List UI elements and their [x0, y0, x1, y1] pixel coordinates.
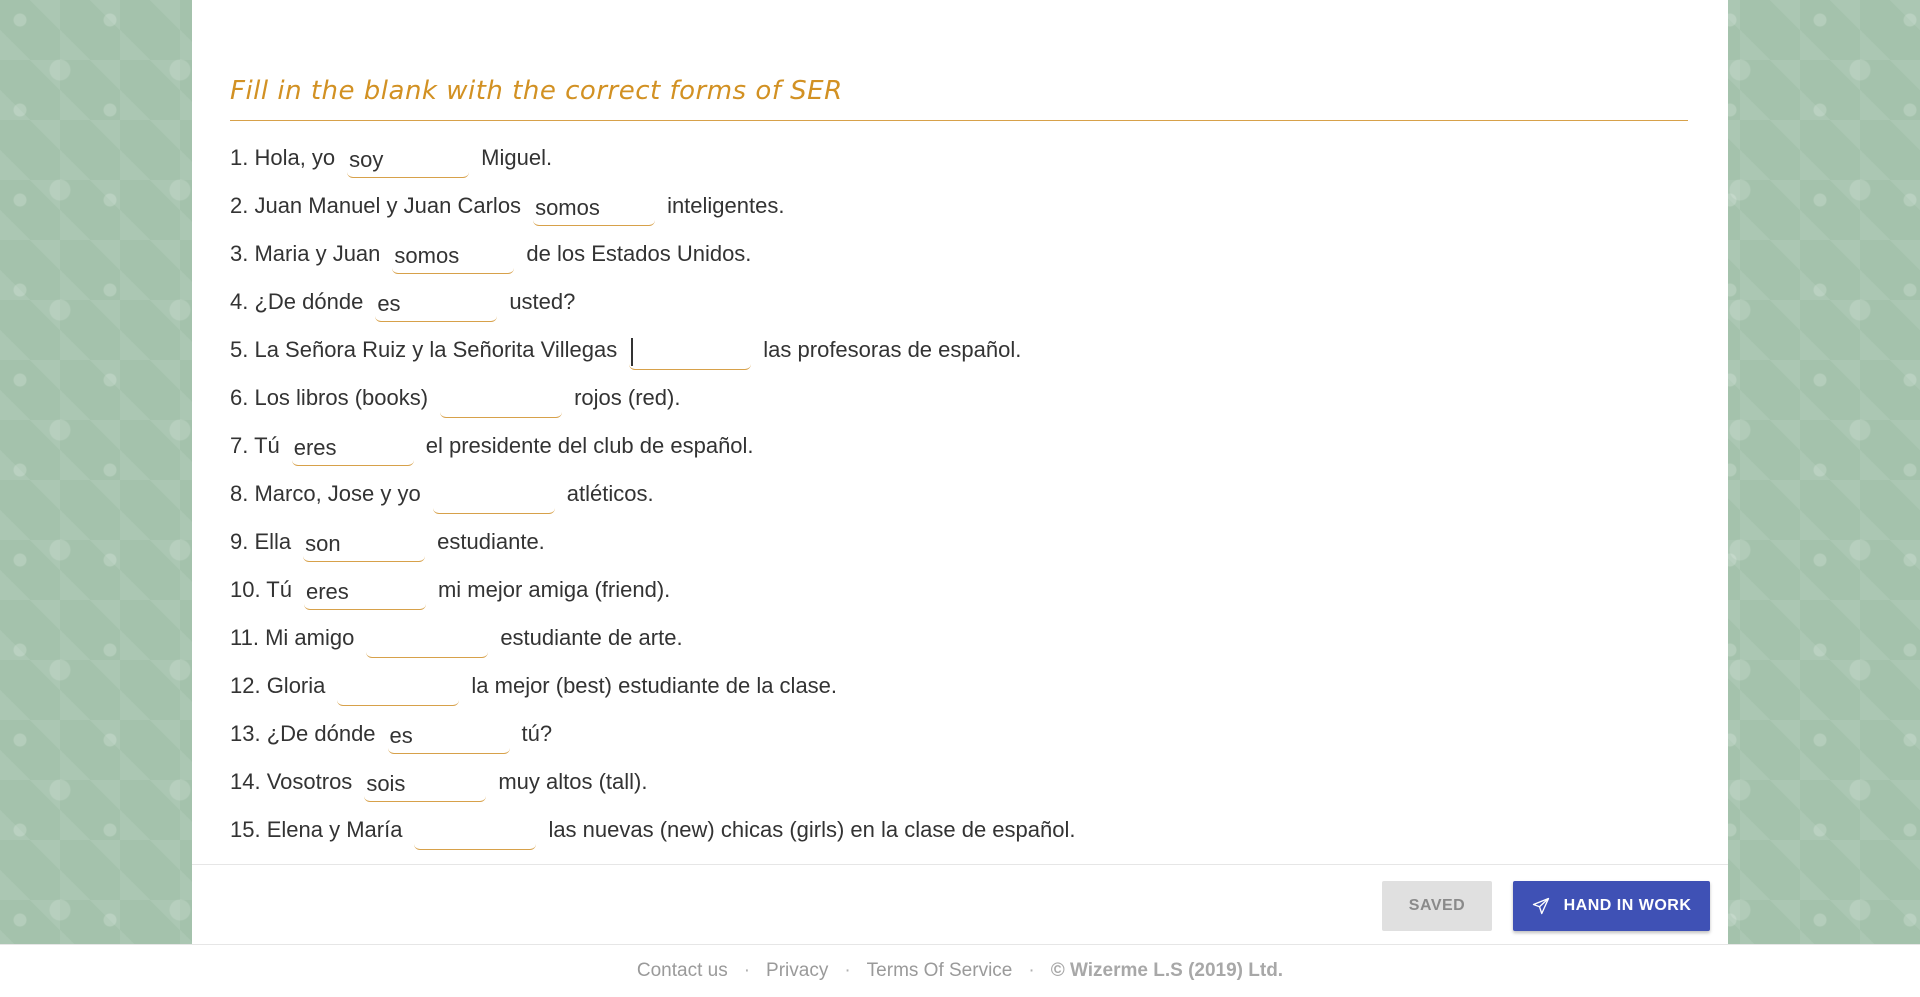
- question-suffix: estudiante.: [437, 529, 545, 554]
- question-row: 1. Hola, yo soy Miguel.: [230, 134, 1688, 182]
- question-prefix: 10. Tú: [230, 577, 292, 602]
- question-suffix: atléticos.: [566, 481, 654, 506]
- question-suffix: la mejor (best) estudiante de la clase.: [471, 673, 838, 698]
- question-prefix: 2. Juan Manuel y Juan Carlos: [230, 193, 522, 218]
- footer-separator: ·: [844, 960, 851, 981]
- answer-blank-input[interactable]: eres: [303, 574, 426, 610]
- question-row: 13. ¿De dónde es tú?: [230, 710, 1688, 758]
- question-row: 5. La Señora Ruiz y la Señorita Villegas…: [230, 326, 1688, 374]
- question-suffix: de los Estados Unidos.: [526, 241, 752, 266]
- answer-blank-input[interactable]: [432, 478, 555, 514]
- contact-us-link[interactable]: Contact us: [637, 960, 728, 982]
- site-footer: Contact us · Privacy · Terms Of Service …: [0, 944, 1920, 997]
- question-prefix: 9. Ella: [230, 529, 292, 554]
- answer-blank-input[interactable]: eres: [291, 430, 414, 466]
- worksheet: Fill in the blank with the correct forms…: [192, 0, 1728, 944]
- question-prefix: 1. Hola, yo: [230, 145, 336, 170]
- question-prefix: 11. Mi amigo: [230, 625, 355, 650]
- answer-blank-input[interactable]: [414, 814, 537, 850]
- question-suffix: mi mejor amiga (friend).: [437, 577, 671, 602]
- question-suffix: muy altos (tall).: [498, 769, 648, 794]
- question-row: 12. Gloria la mejor (best) estudiante de …: [230, 662, 1688, 710]
- answer-blank-input[interactable]: somos: [533, 190, 656, 226]
- answer-blank-input[interactable]: somos: [392, 238, 515, 274]
- question-suffix: rojos (red).: [574, 385, 681, 410]
- question-row: 3. Maria y Juan somos de los Estados Unido…: [230, 230, 1688, 278]
- action-bar: SAVED HAND IN WORK: [192, 864, 1728, 945]
- question-suffix: el presidente del club de español.: [425, 433, 754, 458]
- answer-blank-input[interactable]: es: [375, 286, 498, 322]
- answer-blank-input[interactable]: [337, 670, 460, 706]
- question-suffix: Miguel.: [481, 145, 553, 170]
- question-row: 11. Mi amigo estudiante de arte.: [230, 614, 1688, 662]
- question-suffix: inteligentes.: [667, 193, 785, 218]
- answer-blank-input[interactable]: [440, 382, 563, 418]
- answer-blank-input[interactable]: soy: [347, 142, 470, 178]
- terms-of-service-link[interactable]: Terms Of Service: [867, 960, 1013, 982]
- question-suffix: las nuevas (new) chicas (girls) en la cl…: [548, 817, 1076, 842]
- paper-plane-icon: [1532, 897, 1550, 915]
- hand-in-work-label: HAND IN WORK: [1563, 897, 1692, 914]
- question-prefix: 12. Gloria: [230, 673, 326, 698]
- question-prefix: 15. Elena y María: [230, 817, 403, 842]
- question-suffix: usted?: [509, 289, 576, 314]
- question-prefix: 8. Marco, Jose y yo: [230, 481, 421, 506]
- footer-separator: ·: [743, 960, 751, 981]
- question-row: 8. Marco, Jose y yo atléticos.: [230, 470, 1688, 518]
- privacy-link[interactable]: Privacy: [766, 960, 828, 982]
- worksheet-heading: Fill in the blank with the correct forms…: [230, 76, 1688, 121]
- answer-blank-input[interactable]: [366, 622, 489, 658]
- hand-in-work-button[interactable]: HAND IN WORK: [1513, 881, 1710, 931]
- question-prefix: 3. Maria y Juan: [230, 241, 381, 266]
- question-suffix: estudiante de arte.: [500, 625, 683, 650]
- question-prefix: 6. Los libros (books): [230, 385, 429, 410]
- question-prefix: 14. Vosotros: [230, 769, 353, 794]
- copyright-text: © Wizerme L.S (2019) Ltd.: [1050, 960, 1284, 981]
- question-prefix: 5. La Señora Ruiz y la Señorita Villegas: [230, 337, 618, 362]
- footer-separator: ·: [1028, 960, 1035, 981]
- saved-button[interactable]: SAVED: [1382, 881, 1492, 931]
- answer-blank-input[interactable]: son: [303, 526, 426, 562]
- question-row: 7. Tú eres el presidente del club de españ…: [230, 422, 1688, 470]
- question-row: 10. Tú eres mi mejor amiga (friend).: [230, 566, 1688, 614]
- question-row: 4. ¿De dónde es usted?: [230, 278, 1688, 326]
- question-prefix: 7. Tú: [230, 433, 280, 458]
- question-suffix: tú?: [521, 721, 553, 746]
- question-row: 2. Juan Manuel y Juan Carlos somos intelig…: [230, 182, 1688, 230]
- question-row: 14. Vosotros sois muy altos (tall).: [230, 758, 1688, 806]
- question-row: 6. Los libros (books) rojos (red).: [230, 374, 1688, 422]
- question-prefix: 4. ¿De dónde: [230, 289, 364, 314]
- question-list: 1. Hola, yo soy Miguel. 2. Juan Manuel y Ju…: [230, 134, 1688, 854]
- question-row: 9. Ella son estudiante.: [230, 518, 1688, 566]
- question-suffix: las profesoras de español.: [763, 337, 1022, 362]
- answer-blank-input[interactable]: [629, 334, 752, 370]
- question-row: 15. Elena y María las nuevas (new) chicas…: [230, 806, 1688, 854]
- answer-blank-input[interactable]: sois: [364, 766, 487, 802]
- question-prefix: 13. ¿De dónde: [230, 721, 376, 746]
- answer-blank-input[interactable]: es: [387, 718, 510, 754]
